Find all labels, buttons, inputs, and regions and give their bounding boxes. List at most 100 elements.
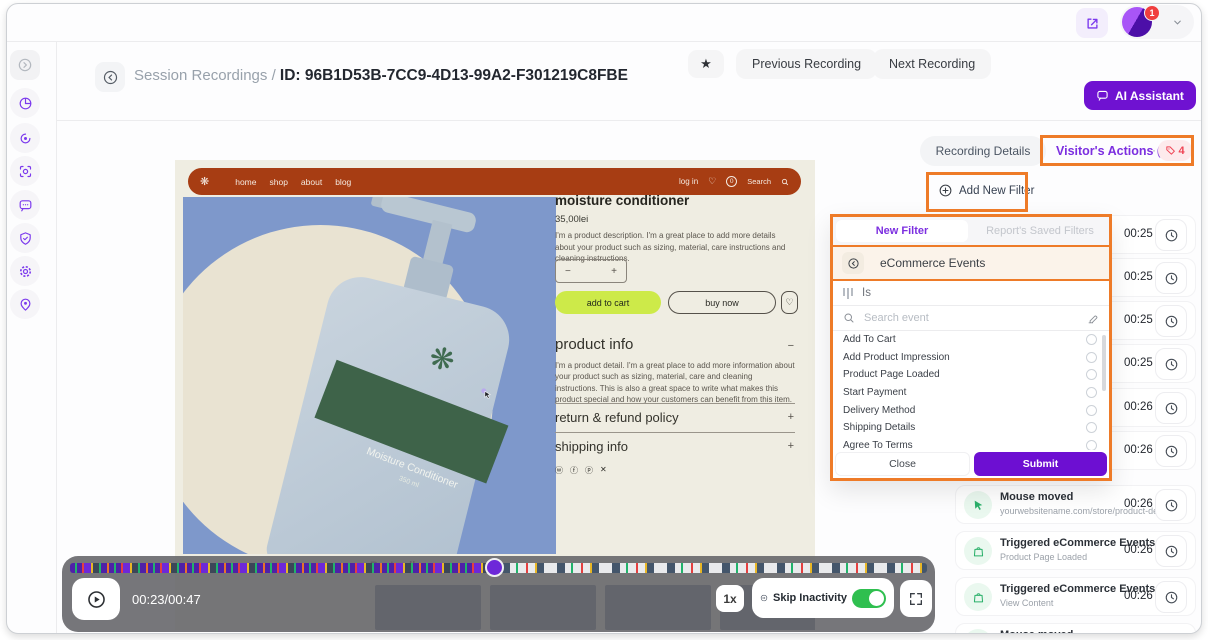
fullscreen-button[interactable]	[900, 580, 932, 617]
breadcrumb: Session Recordings / ID: 96B1D53B-7CC9-4…	[134, 67, 628, 85]
clock-icon	[1164, 444, 1179, 459]
radio-button[interactable]	[1086, 405, 1097, 416]
radio-button[interactable]	[1086, 334, 1097, 345]
submit-button[interactable]: Submit	[974, 452, 1107, 476]
event-row-mouse-moved[interactable]: Mouse movedyourwebsitename.com/store/pro…	[955, 485, 1196, 524]
radio-button[interactable]	[1086, 352, 1097, 363]
clear-eraser-icon[interactable]	[1086, 312, 1099, 325]
timeline-played[interactable]	[70, 563, 495, 573]
shield-check-icon	[18, 231, 33, 246]
play-icon	[86, 589, 107, 610]
sidebar-item-journeys[interactable]	[10, 289, 40, 319]
speed-button[interactable]: 1x	[716, 585, 744, 612]
clock-icon	[1164, 544, 1179, 559]
filter-search-row[interactable]: Search event	[833, 306, 1109, 331]
favorite-button[interactable]: ★	[688, 50, 724, 78]
clock-icon	[1164, 590, 1179, 605]
page-title: ID: 96B1D53B-7CC9-4D13-99A2-F301219C8FBE	[280, 67, 628, 84]
option-add-product-impression[interactable]: Add Product Impression	[833, 349, 1109, 367]
tab-recording-details[interactable]: Recording Details	[920, 136, 1046, 166]
add-to-cart-button[interactable]: add to cart	[555, 291, 661, 314]
skip-inactivity-control: Skip Inactivity	[752, 578, 894, 618]
next-recording-button[interactable]: Next Recording	[873, 49, 991, 79]
breadcrumb-section[interactable]: Session Recordings /	[134, 67, 280, 84]
playback-controls: 00:23/00:47 1x Skip Inactivity	[62, 556, 935, 632]
tab-new-filter[interactable]: New Filter	[836, 220, 968, 242]
option-delivery-method[interactable]: Delivery Method	[833, 401, 1109, 419]
radio-button[interactable]	[1086, 369, 1097, 380]
jump-to-time-button[interactable]	[1155, 219, 1187, 251]
jump-to-time-button[interactable]	[1155, 435, 1187, 467]
shipping-info-heading[interactable]: shipping info	[555, 439, 628, 454]
sidebar-item-dashboards[interactable]	[10, 88, 40, 118]
expand-glyph-return[interactable]: +	[788, 411, 794, 423]
radio-button[interactable]	[1086, 387, 1097, 398]
share-button[interactable]	[1076, 8, 1108, 38]
sidebar-item-heatmaps[interactable]	[10, 123, 40, 153]
clock-icon	[1164, 228, 1179, 243]
close-button[interactable]: Close	[835, 452, 970, 476]
app-window: 1 Session Recordings / ID: 96B1D53B-7CC9…	[6, 3, 1202, 634]
timeline-playhead[interactable]	[485, 558, 504, 577]
jump-to-time-button[interactable]	[1155, 392, 1187, 424]
ai-chat-icon	[1096, 89, 1109, 102]
event-row-mouse-moved[interactable]: Mouse moved	[955, 623, 1196, 634]
cursor-icon	[972, 499, 985, 512]
preview-nav-about[interactable]: about	[301, 177, 322, 187]
collapse-glyph[interactable]: −	[788, 340, 794, 352]
preview-nav-shop[interactable]: shop	[269, 177, 287, 187]
skip-inactivity-toggle[interactable]	[852, 589, 886, 608]
jump-to-time-button[interactable]	[1155, 535, 1187, 567]
jump-to-time-button[interactable]	[1155, 262, 1187, 294]
facebook-icon[interactable]: ⓕ	[570, 465, 578, 476]
timeline-remaining[interactable]	[495, 563, 927, 573]
jump-to-time-button[interactable]	[1155, 348, 1187, 380]
jump-to-time-button[interactable]	[1155, 305, 1187, 337]
jump-to-time-button[interactable]	[1155, 489, 1187, 521]
option-add-to-cart[interactable]: Add To Cart	[833, 331, 1109, 349]
expand-glyph-shipping[interactable]: +	[788, 440, 794, 452]
quantity-stepper[interactable]: − +	[555, 259, 627, 283]
collapse-icon	[17, 57, 33, 73]
event-row-ecommerce[interactable]: Triggered eCommerce EventsView Content 0…	[955, 577, 1196, 616]
skip-inactivity-label: Skip Inactivity	[773, 592, 847, 604]
buy-now-button[interactable]: buy now	[668, 291, 776, 314]
preview-logo-icon: ❋	[200, 175, 209, 188]
filter-type-row[interactable]: eCommerce Events	[833, 247, 1109, 279]
sidebar-item-feedback[interactable]	[10, 190, 40, 220]
qty-plus[interactable]: +	[611, 266, 617, 277]
previous-recording-button[interactable]: Previous Recording	[736, 49, 877, 79]
jump-to-time-button[interactable]	[1155, 581, 1187, 613]
tab-saved-filters[interactable]: Report's Saved Filters	[971, 217, 1109, 245]
preview-nav-home[interactable]: home	[235, 177, 256, 187]
scrollbar[interactable]	[1102, 335, 1106, 391]
sidebar-item-settings[interactable]	[10, 256, 40, 286]
whatsapp-icon[interactable]: ⓦ	[555, 465, 563, 476]
preview-nav-blog[interactable]: blog	[335, 177, 351, 187]
x-icon[interactable]: ✕	[600, 465, 607, 476]
ai-assistant-button[interactable]: AI Assistant	[1084, 81, 1196, 110]
return-policy-heading[interactable]: return & refund policy	[555, 410, 679, 425]
filter-operator-row[interactable]: Is	[833, 281, 1109, 306]
search-event-input[interactable]: Search event	[864, 312, 1077, 324]
annotation-box-add-filter	[926, 172, 1028, 212]
sidebar-item-session-recordings[interactable]	[10, 156, 40, 186]
filter-type-label: eCommerce Events	[880, 256, 985, 270]
favorite-product-button[interactable]: ♡	[781, 291, 798, 314]
option-start-payment[interactable]: Start Payment	[833, 384, 1109, 402]
back-circle-icon[interactable]	[842, 252, 864, 274]
account-menu[interactable]: 1	[1120, 5, 1194, 39]
option-shipping-details[interactable]: Shipping Details	[833, 419, 1109, 437]
play-pause-button[interactable]	[72, 578, 120, 620]
pinterest-icon[interactable]: ⓟ	[585, 465, 593, 476]
option-product-page-loaded[interactable]: Product Page Loaded	[833, 366, 1109, 384]
qty-minus[interactable]: −	[565, 266, 571, 277]
radio-button[interactable]	[1086, 422, 1097, 433]
product-info-heading[interactable]: product info	[555, 336, 633, 353]
sidebar-item-collapse[interactable]	[10, 50, 40, 80]
event-row-ecommerce[interactable]: Triggered eCommerce EventsProduct Page L…	[955, 531, 1196, 570]
sidebar-item-privacy[interactable]	[10, 223, 40, 253]
back-arrow-icon	[102, 69, 119, 86]
back-button[interactable]	[95, 62, 125, 92]
heat-swirl-icon	[18, 131, 33, 146]
